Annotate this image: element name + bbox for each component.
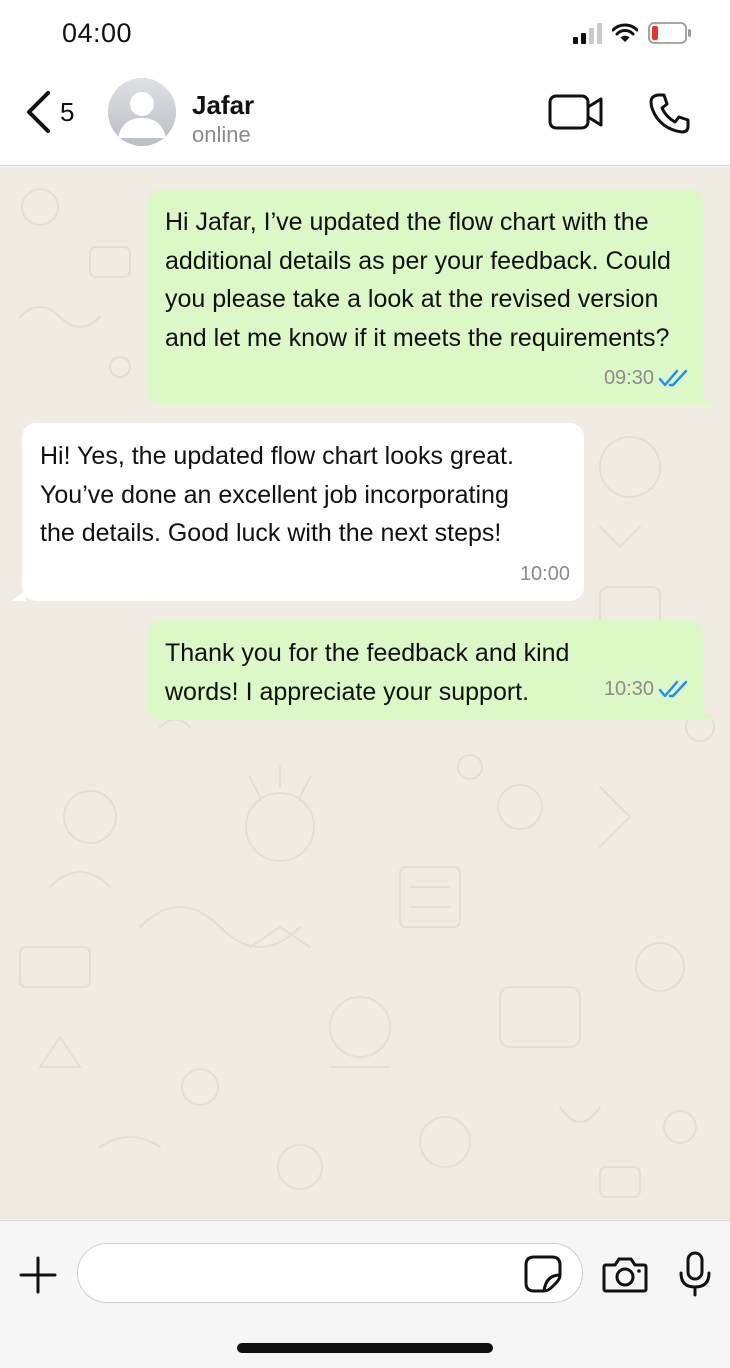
message-text: Hi! Yes, the updated flow chart looks gr…: [40, 442, 514, 547]
bubble-tail: [12, 589, 26, 601]
video-call-icon: [548, 94, 603, 130]
double-check-icon: [658, 369, 688, 386]
microphone-button[interactable]: [678, 1251, 712, 1302]
signal-icon: [573, 22, 602, 44]
message-time: 10:30: [603, 677, 654, 700]
video-call-button[interactable]: [548, 94, 604, 135]
home-indicator[interactable]: [237, 1343, 493, 1353]
wifi-icon: [612, 23, 638, 42]
sticker-button[interactable]: [524, 1255, 562, 1298]
avatar[interactable]: [108, 78, 176, 146]
plus-icon: [19, 1256, 57, 1294]
message-bubble-outgoing[interactable]: Thank you for the feedback and kind word…: [147, 620, 714, 720]
chat-area: Hi Jafar, I’ve updated the flow chart wi…: [0, 167, 730, 1220]
message-meta: 10:00: [520, 555, 570, 594]
double-check-icon: [658, 680, 688, 697]
message-input[interactable]: [77, 1243, 583, 1303]
unread-count: 5: [60, 96, 75, 127]
message-time: 09:30: [603, 366, 654, 389]
message-meta: 10:30: [604, 670, 690, 709]
camera-icon: [602, 1257, 648, 1293]
battery-icon: [648, 22, 691, 44]
camera-button[interactable]: [602, 1255, 648, 1298]
attach-button[interactable]: [18, 1255, 58, 1300]
microphone-icon: [679, 1251, 711, 1297]
back-button[interactable]: 5: [24, 90, 74, 134]
message-bubble-outgoing[interactable]: Hi Jafar, I’ve updated the flow chart wi…: [147, 189, 714, 405]
status-icons: [573, 22, 692, 44]
chat-header: 5 Jafar online: [0, 66, 730, 166]
message-meta: 09:30: [604, 359, 690, 398]
bubble-tail: [700, 708, 714, 720]
sticker-icon: [524, 1255, 562, 1293]
voice-call-button[interactable]: [648, 92, 692, 141]
chevron-left-icon: [27, 91, 50, 133]
contact-name[interactable]: Jafar: [192, 90, 254, 121]
status-bar: 04:00: [0, 0, 730, 66]
message-bubble-incoming[interactable]: Hi! Yes, the updated flow chart looks gr…: [12, 423, 584, 601]
message-text: Thank you for the feedback and kind word…: [165, 639, 570, 706]
message-text: Hi Jafar, I’ve updated the flow chart wi…: [165, 208, 671, 352]
status-time: 04:00: [62, 18, 133, 48]
phone-icon: [649, 93, 690, 134]
bubble-tail: [700, 393, 714, 405]
input-bar: [0, 1220, 730, 1368]
avatar-placeholder-icon: [108, 78, 176, 146]
contact-status: online: [192, 122, 251, 147]
message-time: 10:00: [519, 562, 570, 585]
